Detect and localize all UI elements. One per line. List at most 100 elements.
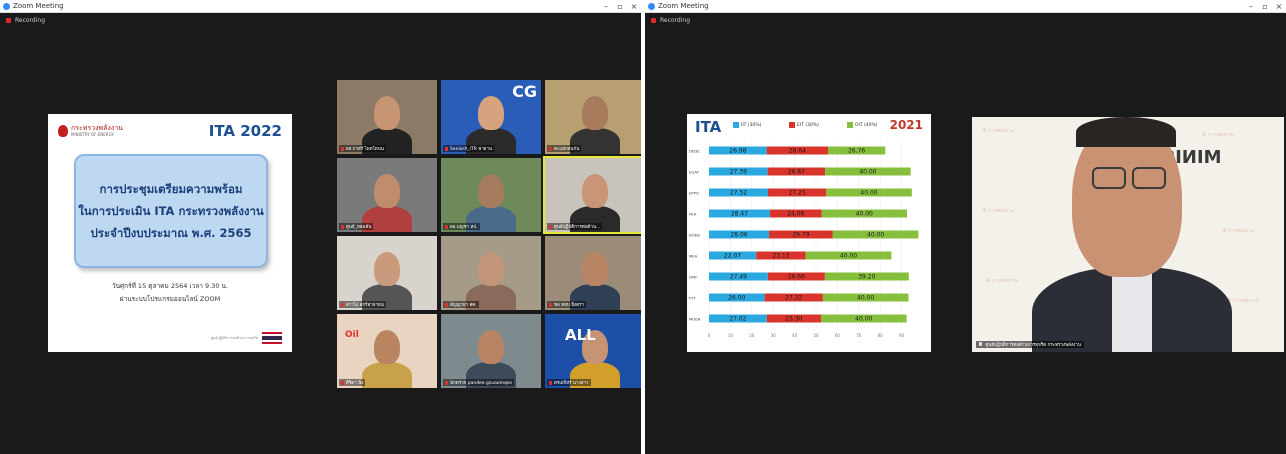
category-label: DEDE [689, 149, 700, 154]
bar-value-label: 26.66 [788, 274, 805, 281]
close-button[interactable]: × [627, 2, 641, 11]
participant-face [582, 252, 608, 286]
minimize-button[interactable]: – [1244, 2, 1258, 11]
recording-indicator[interactable]: Recording [645, 13, 1286, 27]
bar-value-label: 27.25 [788, 190, 805, 197]
recording-indicator[interactable]: Recording [0, 13, 641, 27]
legend-swatch [847, 122, 853, 128]
participant-name: ผอ.บญชา สป. [443, 223, 480, 230]
participant-tile[interactable]: ชล ทอบ ฮิ่งตรา [545, 236, 641, 310]
participant-tile[interactable]: ผอ.กาสร์ ไผทโตนน [337, 80, 437, 154]
bar-value-label: 25.30 [785, 316, 802, 323]
ministry-logo: กระทรวงพลังงาน MINISTRY OF ENERGY [58, 124, 123, 137]
slide-title-line: ประจำปีงบประมาณ พ.ศ. 2565 [90, 226, 252, 240]
bar-value-label: 27.02 [729, 316, 746, 323]
bar-value-label: 40.00 [860, 190, 877, 197]
legend-label: EIT (30%) [797, 122, 819, 128]
participant-tile[interactable]: Oil ศิริดา นิ่ง [337, 314, 437, 388]
speaker-hair [1076, 117, 1176, 147]
category-label: EGAT [689, 170, 700, 175]
zoom-window-left: Zoom Meeting – ▫ × Recording กระทรวงพลัง… [0, 0, 641, 454]
slide-date: วันศุกร์ที่ 15 ตุลาคม 2564 เวลา 9.30 น. [111, 282, 229, 290]
x-tick-label: 60 [835, 333, 841, 338]
egat-all-logo: ALL [565, 326, 596, 344]
mic-muted-icon [445, 302, 448, 307]
maximize-button[interactable]: ▫ [613, 2, 627, 11]
participant-face [582, 96, 608, 130]
bar-value-label: 28.06 [730, 232, 747, 239]
bar-value-label: 40.00 [867, 232, 884, 239]
x-tick-label: 20 [749, 333, 755, 338]
legend-item: IIT (30%) [733, 122, 761, 128]
participant-face [478, 96, 504, 130]
x-tick-label: 30 [771, 333, 777, 338]
flame-icon [58, 124, 68, 137]
bar-value-label: 22.07 [724, 253, 741, 260]
mic-muted-icon [341, 380, 344, 385]
legend-swatch [733, 122, 739, 128]
bar-value-label: 26.98 [729, 148, 746, 155]
bar-value-label: 24.08 [787, 211, 804, 218]
participant-name-text: สาวไง สกร้อาจาธน [346, 303, 384, 308]
participant-tile[interactable]: สาวไง สกร้อาจาธน [337, 236, 437, 310]
legend-label: OIT (40%) [855, 122, 878, 128]
participant-face [374, 330, 400, 364]
participant-name: SeniorA_ITR พ่ายาน [443, 145, 495, 152]
participant-tile[interactable]: ALL ดรเอกิสร์ นางสาว [545, 314, 641, 388]
participant-name: ชล ทอบ ฮิ่งตรา [547, 301, 587, 308]
mic-muted-icon [549, 302, 552, 307]
participant-name: ดรเอกิสร์ นางสาว [547, 379, 591, 386]
maximize-button[interactable]: ▫ [1258, 2, 1272, 11]
slide-via: ผ่านระบบโปรแกรมออนไลน์ ZOOM [119, 295, 221, 303]
footer-text: ศูนย์ปฏิบัติการต่อต้านการทุจริต [210, 336, 258, 340]
chart-slide: ITA IIT (30%) EIT (30%) OIT (40%) 2021 0… [687, 114, 931, 352]
close-button[interactable]: × [1272, 2, 1286, 11]
mic-muted-icon [341, 146, 344, 151]
category-label: DMF [689, 275, 697, 280]
participant-name-text: ศูนย์ปฏิบัติการต่อต้าน... [554, 225, 601, 230]
chart-title: ITA [695, 118, 722, 136]
participant-tile[interactable]: ตะแลกอนกัน [545, 80, 641, 154]
participant-tile[interactable]: สัญญายา สค. [441, 236, 541, 310]
title-bar: Zoom Meeting – ▫ × [645, 0, 1286, 13]
participant-tile[interactable]: นักตรวจ pandee gsuaomqes [441, 314, 541, 388]
legend-item: EIT (30%) [789, 122, 819, 128]
watermark-text: ꕥ การพลังงาน [982, 128, 1015, 134]
bar-value-label: 40.00 [856, 211, 873, 218]
x-tick-label: 0 [708, 333, 711, 338]
legend-label: IIT (30%) [741, 122, 762, 128]
ministry-name-en: MINISTRY OF ENERGY [71, 132, 114, 137]
bar-value-label: 39.20 [858, 274, 875, 281]
participant-face [478, 330, 504, 364]
recording-icon [651, 17, 656, 23]
bar-value-label: 26.76 [848, 148, 865, 155]
participant-tile[interactable]: ศูนย์ปฏิบัติการต่อต้าน... [543, 156, 641, 234]
mic-muted-icon [549, 224, 552, 229]
participant-tile[interactable]: CG SeniorA_ITR พ่ายาน [441, 80, 541, 154]
window-title: Zoom Meeting [658, 2, 709, 10]
x-tick-label: 90 [899, 333, 905, 338]
participant-name: สัญญายา สค. [443, 301, 479, 308]
category-label: MEA [689, 254, 698, 259]
mic-muted-icon [341, 224, 344, 229]
zoom-window-right: Zoom Meeting – ▫ × Recording ITA IIT (30… [645, 0, 1286, 454]
bar-value-label: 40.00 [855, 316, 872, 323]
category-label: MOEN [689, 317, 701, 322]
minimize-button[interactable]: – [599, 2, 613, 11]
category-label: DOEB [689, 233, 700, 238]
thai-flag-icon [262, 332, 282, 344]
zoom-icon [648, 2, 655, 10]
participant-name-text: ตะแลกอนกัน [554, 147, 580, 152]
participant-name: ศิริดา นิ่ง [339, 379, 366, 386]
recording-label: Recording [660, 16, 691, 24]
participant-body [362, 362, 412, 388]
participant-tile[interactable]: ผอ.บญชา สป. [441, 158, 541, 232]
bar-value-label: 40.00 [859, 169, 876, 176]
bar-value-label: 27.39 [730, 169, 747, 176]
speaker-shirt [1112, 267, 1152, 352]
participant-tile[interactable]: ศูนย์_ทอมสัน [337, 158, 437, 232]
glasses-icon [1092, 167, 1126, 189]
participant-face [478, 252, 504, 286]
watermark-text: ꕥ การพลังงาน [1202, 132, 1235, 138]
x-tick-label: 80 [878, 333, 884, 338]
